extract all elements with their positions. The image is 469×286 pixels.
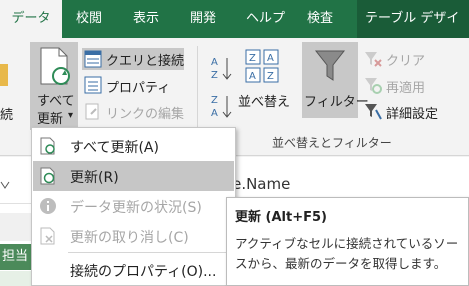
svg-text:A: A <box>267 53 274 64</box>
clear-filter-icon <box>365 52 382 67</box>
advanced-filter-icon <box>365 104 382 120</box>
svg-text:A: A <box>211 108 218 119</box>
left-cut-label: 続 <box>0 108 14 123</box>
menu-item-connection-properties[interactable]: 接続のプロパティ(O)... <box>33 255 234 285</box>
refresh-tooltip: 更新 (Alt+F5) アクティブなセルに接続されているソースから、最新のデータ… <box>226 197 469 286</box>
menu-item-label: 接続のプロパティ(O)... <box>70 264 217 280</box>
edit-links-button[interactable]: リンクの編集 <box>106 103 184 122</box>
refresh-dropdown-menu: すべて更新(A) 更新(R) データ更新の状況(S) 更新の取り消し(C) 接続… <box>31 127 236 286</box>
sort-filter-group-label: 並べ替えとフィルター <box>272 136 392 150</box>
refresh-all-icon <box>40 137 55 155</box>
properties-icon <box>84 76 102 94</box>
clear-button[interactable]: クリア <box>386 50 425 69</box>
edit-links-icon <box>85 103 99 120</box>
info-icon <box>40 198 56 214</box>
cancel-refresh-icon <box>40 227 55 245</box>
menu-item-label: 更新(R) <box>70 170 119 186</box>
queries-connections-label: クエリと接続 <box>106 54 185 69</box>
tab-table-design[interactable]: テーブル デザイン <box>357 0 469 64</box>
left-cut-icon <box>0 64 8 86</box>
reapply-button[interactable]: 再適用 <box>386 77 425 96</box>
tab-developer[interactable]: 開発 <box>190 0 216 38</box>
tab-help[interactable]: ヘルプ <box>246 0 285 38</box>
refresh-icon <box>40 167 55 185</box>
menu-item-refresh-status[interactable]: データ更新の状況(S) <box>33 191 234 221</box>
chevron-down-icon: ▾ <box>68 110 74 121</box>
reapply-icon <box>365 78 382 94</box>
tooltip-body: アクティブなセルに接続されているソースから、最新のデータを取得します。 <box>235 236 459 271</box>
sort-button[interactable]: 並べ替え <box>238 91 290 110</box>
excel-window: データ 校閲 表示 開発 ヘルプ 検査 テーブル デザイン 続 すべて 更新 ▾… <box>0 0 469 286</box>
svg-text:Z: Z <box>267 71 274 82</box>
sort-dialog-icon: Z A A Z <box>245 49 279 83</box>
tab-review[interactable]: 校閲 <box>76 0 102 38</box>
advanced-button[interactable]: 詳細設定 <box>386 103 438 122</box>
menu-item-cancel-refresh[interactable]: 更新の取り消し(C) <box>33 221 234 251</box>
ribbon-tab-bar: データ 校閲 表示 開発 ヘルプ 検査 テーブル デザイン <box>0 0 469 64</box>
svg-text:A: A <box>249 71 256 82</box>
tab-view[interactable]: 表示 <box>133 0 159 38</box>
filter-label: フィルター <box>304 95 369 110</box>
menu-item-label: データ更新の状況(S) <box>70 200 202 216</box>
menu-item-refresh[interactable]: 更新(R) <box>33 161 234 191</box>
svg-text:Z: Z <box>211 70 218 81</box>
menu-item-label: 更新の取り消し(C) <box>70 230 189 246</box>
queries-icon <box>84 50 102 68</box>
name-box-chevron-icon[interactable] <box>0 178 10 194</box>
svg-text:A: A <box>211 57 218 68</box>
svg-text:Z: Z <box>249 53 256 64</box>
properties-button[interactable]: プロパティ <box>106 77 170 96</box>
refresh-all-label-2: 更新 <box>37 112 64 127</box>
refresh-all-label-1: すべて <box>37 94 75 109</box>
sort-ascending-icon: A Z <box>211 57 232 81</box>
tab-inspect[interactable]: 検査 <box>307 0 333 38</box>
tooltip-title: 更新 (Alt+F5) <box>235 210 327 225</box>
menu-item-refresh-all[interactable]: すべて更新(A) <box>33 131 234 161</box>
menu-item-label: すべて更新(A) <box>70 140 159 156</box>
filter-funnel-icon <box>314 50 346 81</box>
tab-data[interactable]: データ <box>0 0 62 38</box>
menu-separator <box>68 252 233 253</box>
svg-text:Z: Z <box>211 95 218 106</box>
refresh-all-icon <box>40 47 70 85</box>
sort-descending-icon: Z A <box>211 95 232 119</box>
